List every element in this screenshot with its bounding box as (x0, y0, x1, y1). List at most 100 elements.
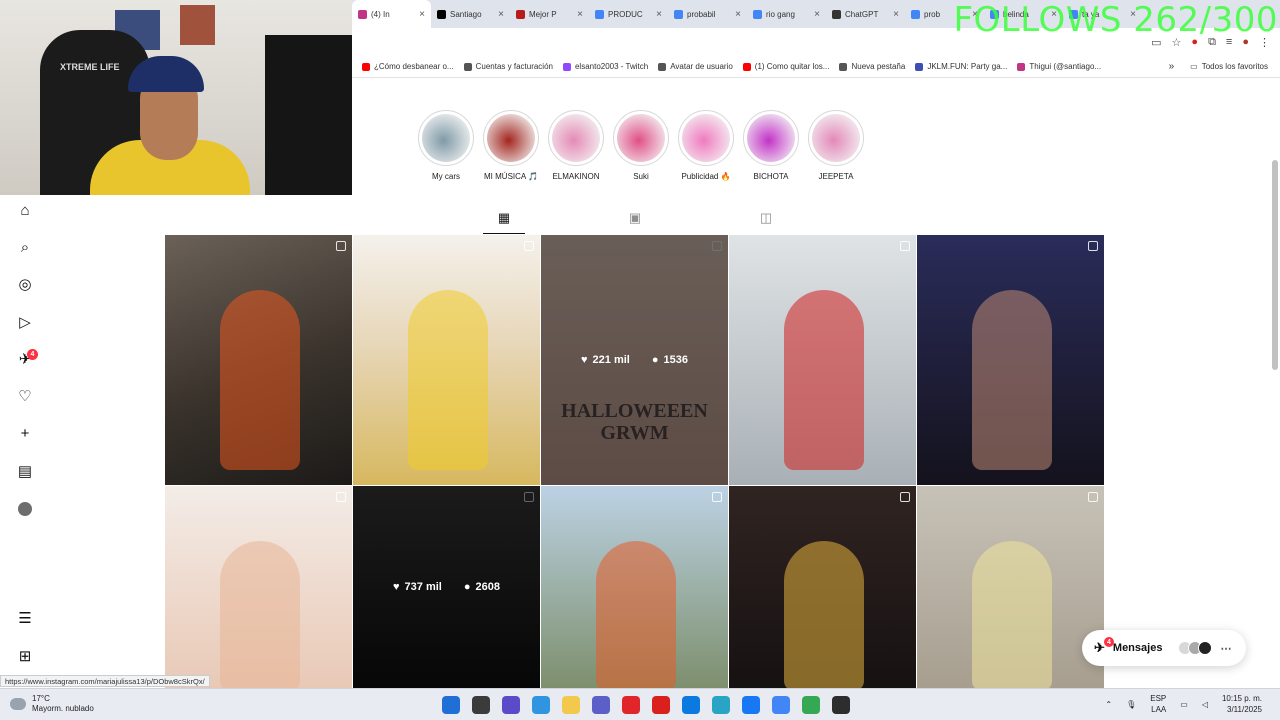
browser-tab[interactable]: ChatGPT × (826, 0, 905, 28)
microphone-icon[interactable]: 🎙 (1126, 700, 1136, 709)
browser-tab[interactable]: rio gang × (747, 0, 826, 28)
taskbar-app-icon[interactable] (772, 696, 790, 714)
tab-close-icon[interactable]: × (893, 9, 899, 20)
bookmark-favicon (463, 62, 472, 71)
bookmark-item[interactable]: Thigui (@santiago... (1017, 62, 1101, 71)
reels-icon[interactable]: ▷ (16, 313, 34, 331)
volume-icon[interactable]: ◁ (1202, 700, 1208, 709)
taskbar-app-icon[interactable] (622, 696, 640, 714)
post-thumbnail[interactable] (729, 235, 916, 485)
story-highlight[interactable]: Suki (611, 110, 671, 181)
tray-chevron-icon[interactable]: ⌃ (1105, 700, 1112, 709)
search-icon[interactable]: ⌕ (16, 238, 34, 256)
taskbar-app-icon[interactable] (442, 696, 460, 714)
taskbar-app-icon[interactable] (532, 696, 550, 714)
taskbar-app-icon[interactable] (592, 696, 610, 714)
bookmark-item[interactable]: Nueva pestaña (839, 62, 905, 71)
clock[interactable]: 10:15 p. m. 3/11/2025 (1222, 693, 1262, 715)
page-scrollbar[interactable] (1272, 160, 1278, 370)
browser-tab[interactable]: (4) In × (352, 0, 431, 28)
post-subject (596, 541, 676, 688)
dashboard-icon[interactable]: ▤ (16, 462, 34, 480)
post-thumbnail[interactable] (917, 486, 1104, 688)
post-thumbnail[interactable] (917, 235, 1104, 485)
home-icon[interactable]: ⌂ (16, 201, 34, 219)
taskbar-app-icon[interactable] (472, 696, 490, 714)
tab-close-icon[interactable]: × (656, 9, 662, 20)
bookmark-item[interactable]: elsanto2003 - Twitch (562, 62, 648, 71)
notifications-icon[interactable]: ♡ (16, 387, 34, 405)
comments-count: 2608 (475, 581, 500, 593)
highlight-ring (613, 110, 669, 166)
taskbar-app-icon[interactable] (712, 696, 730, 714)
reels-tab-icon[interactable]: ▣ (628, 210, 642, 225)
tab-close-icon[interactable]: × (735, 9, 741, 20)
explore-icon[interactable]: ◎ (16, 275, 34, 293)
taskbar-app-icon[interactable] (742, 696, 760, 714)
highlight-label: My cars (432, 172, 460, 181)
post-thumbnail[interactable] (165, 486, 352, 688)
messages-button[interactable]: ✈ 4 Mensajes ⋯ (1082, 630, 1246, 666)
bookmark-label: Thigui (@santiago... (1029, 62, 1102, 71)
follows-counter: FOLLOWS 262/300 (953, 0, 1278, 40)
tab-close-icon[interactable]: × (577, 9, 583, 20)
apps-icon[interactable]: ⊞ (16, 647, 34, 665)
tab-title: Santiago (450, 9, 482, 19)
bookmarks-overflow-icon[interactable]: » (1169, 61, 1175, 72)
messages-badge: 4 (27, 349, 38, 360)
post-thumbnail[interactable] (165, 235, 352, 485)
language-indicator[interactable]: ESP LAA (1150, 693, 1166, 715)
bookmark-favicon (658, 62, 667, 71)
tagged-icon[interactable]: ◫ (759, 210, 773, 225)
story-highlight[interactable]: JEEPETA (806, 110, 866, 181)
windows-taskbar: 17°C Mayorm. nublado ⌃ 🎙 ESP LAA ▭ ◁ 10:… (0, 688, 1280, 720)
taskbar-app-icon[interactable] (652, 696, 670, 714)
weather-widget[interactable]: 17°C Mayorm. nublado (10, 694, 94, 714)
browser-tab[interactable]: Mejor P × (510, 0, 589, 28)
tab-close-icon[interactable]: × (419, 9, 425, 20)
post-type-icon (336, 492, 346, 502)
likes-stat: ♥ 221 mil (581, 354, 630, 366)
story-highlight[interactable]: BICHOTA (741, 110, 801, 181)
taskbar-app-icon[interactable] (832, 696, 850, 714)
tab-close-icon[interactable]: × (814, 9, 820, 20)
menu-icon[interactable]: ☰ (16, 609, 34, 627)
post-subject (972, 290, 1052, 470)
link-status-url: https://www.instagram.com/mariajulissa13… (0, 675, 210, 687)
taskbar-app-icon[interactable] (502, 696, 520, 714)
taskbar-app-icon[interactable] (682, 696, 700, 714)
story-highlight[interactable]: MI MÚSICA 🎵 (481, 110, 541, 181)
grid-icon[interactable]: ▦ (497, 210, 511, 225)
chair-logo-text: XTREME LIFE (60, 62, 120, 72)
bookmark-item[interactable]: (1) Como quitar los... (742, 62, 829, 71)
story-highlight[interactable]: ELMAKINON (546, 110, 606, 181)
network-icon[interactable]: ▭ (1180, 700, 1188, 709)
tab-close-icon[interactable]: × (498, 9, 504, 20)
post-subject (408, 290, 488, 470)
browser-tab[interactable]: Santiago × (431, 0, 510, 28)
create-icon[interactable]: + (16, 424, 34, 442)
bookmark-item[interactable]: ¿Cómo desbanear o... (362, 62, 454, 71)
all-favorites-folder[interactable]: ▭ Todos los favoritos (1190, 62, 1268, 71)
story-highlight[interactable]: My cars (416, 110, 476, 181)
time: 10:15 p. m. (1221, 694, 1262, 703)
post-thumbnail[interactable] (541, 486, 728, 688)
temperature: 17°C (32, 694, 50, 703)
highlight-cover (747, 114, 795, 162)
bookmark-item[interactable]: JKLM.FUN: Party ga... (915, 62, 1007, 71)
post-thumbnail[interactable]: HALLOWEEEN GRWM♥221 mil●1536 (541, 235, 728, 485)
bookmark-item[interactable]: Cuentas y facturación (463, 62, 553, 71)
browser-tab[interactable]: probabil × (668, 0, 747, 28)
folder-icon: ▭ (1190, 62, 1198, 71)
taskbar-app-icon[interactable] (802, 696, 820, 714)
post-thumbnail[interactable] (729, 486, 916, 688)
profile-avatar[interactable] (16, 500, 34, 518)
browser-tab[interactable]: PRODUC × (589, 0, 668, 28)
highlight-cover (552, 114, 600, 162)
story-highlight[interactable]: Publicidad 🔥 (676, 110, 736, 181)
bookmark-item[interactable]: Avatar de usuario (658, 62, 733, 71)
post-type-icon (712, 492, 722, 502)
taskbar-app-icon[interactable] (562, 696, 580, 714)
post-thumbnail[interactable] (353, 235, 540, 485)
post-thumbnail[interactable]: ♥ 737 mil ● 2608 (353, 486, 540, 688)
